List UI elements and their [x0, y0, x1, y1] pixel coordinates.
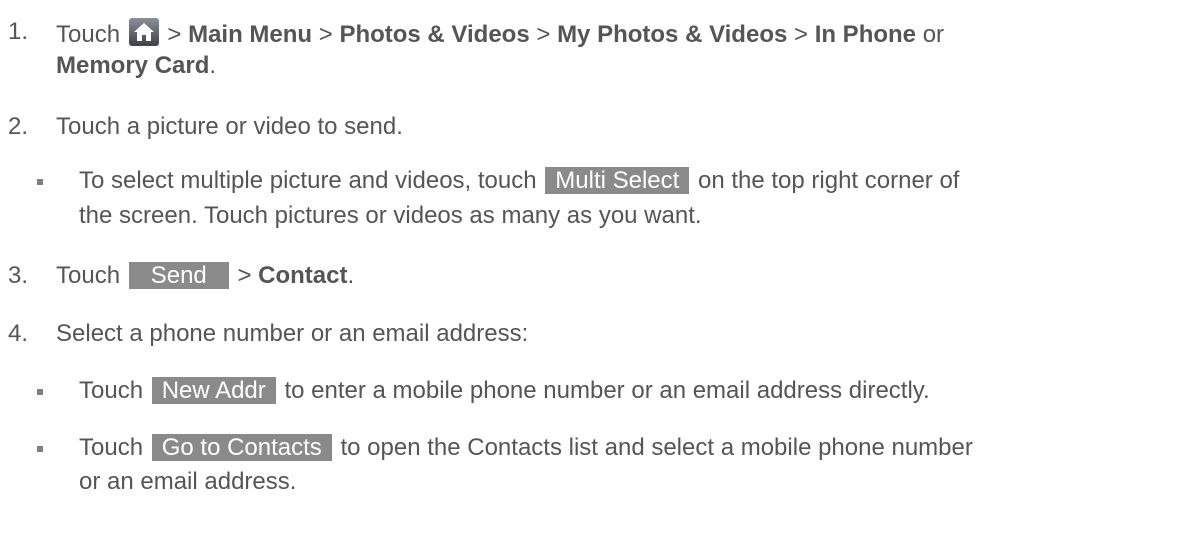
bullet-text: or an email address.: [79, 468, 297, 495]
step-1-cont: Memory Card.: [56, 52, 216, 80]
separator: >: [237, 262, 252, 289]
bullet-text: Touch: [79, 377, 144, 404]
menu-path-memory-card: Memory Card: [56, 52, 210, 79]
multi-select-button: Multi Select: [545, 167, 690, 194]
punctuation: .: [347, 262, 355, 289]
new-addr-button: New Addr: [151, 377, 276, 404]
separator: >: [318, 21, 333, 48]
step-number: 2.: [8, 113, 29, 140]
step-text: Touch: [56, 262, 121, 289]
step-text: Select a phone number or an email addres…: [56, 320, 529, 347]
menu-path-photos-videos: Photos & Videos: [339, 21, 530, 48]
punctuation: .: [209, 52, 217, 79]
bullet-marker: [37, 179, 43, 185]
bullet-go-to-contacts: Touch Go to Contacts to open the Contact…: [79, 434, 973, 462]
bullet-multi-select: To select multiple picture and videos, t…: [79, 167, 959, 195]
step-number: 3.: [8, 262, 29, 289]
separator: >: [794, 21, 809, 48]
step-number: 4.: [8, 320, 29, 347]
separator: >: [167, 21, 182, 48]
bullet-marker: [37, 446, 43, 452]
bullet-text: To select multiple picture and videos, t…: [79, 167, 537, 194]
menu-path-in-phone: In Phone: [814, 21, 917, 48]
bullet-new-addr: Touch New Addr to enter a mobile phone n…: [79, 377, 930, 405]
bullet-marker: [37, 389, 43, 395]
step-number: 1.: [8, 18, 29, 45]
menu-path-my-photos-videos: My Photos & Videos: [557, 21, 788, 48]
menu-path-contact: Contact: [258, 262, 348, 289]
send-button: Send: [128, 262, 229, 289]
step-text: Touch a picture or video to send.: [56, 113, 403, 140]
bullet-go-to-contacts-cont: or an email address.: [79, 468, 296, 496]
bullet-text: Touch: [79, 434, 144, 461]
bullet-text: to enter a mobile phone number or an ema…: [284, 377, 930, 404]
bullet-text: the screen. Touch pictures or videos as …: [79, 202, 702, 229]
menu-path-main-menu: Main Menu: [188, 21, 313, 48]
bullet-multi-select-cont: the screen. Touch pictures or videos as …: [79, 202, 702, 230]
step-text: Touch: [56, 21, 121, 48]
step-text: or: [922, 21, 945, 48]
go-to-contacts-button: Go to Contacts: [151, 434, 332, 461]
bullet-text: on the top right corner of: [697, 167, 960, 194]
separator: >: [536, 21, 551, 48]
home-icon: [128, 18, 159, 46]
bullet-text: to open the Contacts list and select a m…: [340, 434, 973, 461]
